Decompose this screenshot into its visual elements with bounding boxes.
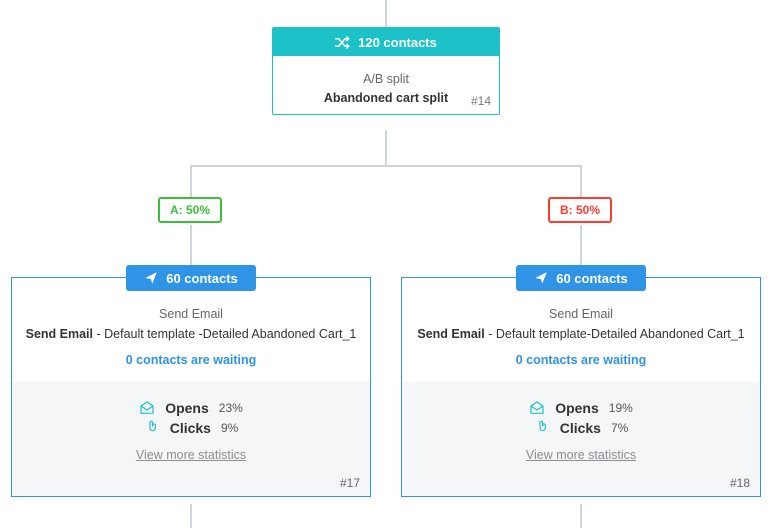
- email-node-b-desc: Send Email - Default template-Detailed A…: [412, 324, 750, 344]
- opens-percent: 19%: [609, 401, 633, 415]
- email-node-b-desc-prefix: Send Email: [417, 327, 484, 341]
- email-node-a-body: Send Email Send Email - Default template…: [12, 278, 370, 382]
- send-icon: [534, 271, 548, 285]
- email-node-b-body: Send Email Send Email - Default template…: [402, 278, 760, 382]
- envelope-open-icon: [529, 400, 545, 416]
- envelope-open-icon: [139, 400, 155, 416]
- send-icon: [144, 271, 158, 285]
- email-node-a-desc-rest: - Default template -Detailed Abandoned C…: [93, 327, 356, 341]
- email-node-b-waiting: 0 contacts are waiting: [412, 350, 750, 370]
- opens-stat: Opens 19%: [412, 400, 750, 416]
- email-node-b-stats: Opens 19% Clicks 7% View more statistics…: [402, 382, 760, 496]
- opens-label: Opens: [165, 400, 209, 416]
- branch-pill-a[interactable]: A: 50%: [158, 197, 222, 223]
- view-more-statistics-link[interactable]: View more statistics: [22, 448, 360, 462]
- email-node-b-header: 60 contacts: [516, 265, 646, 291]
- ab-split-node[interactable]: 120 contacts A/B split Abandoned cart sp…: [272, 27, 500, 115]
- clicks-stat: Clicks 9%: [22, 420, 360, 436]
- email-node-b-id: #18: [730, 476, 750, 490]
- ab-split-contacts: 120 contacts: [358, 35, 437, 50]
- connector-line: [385, 130, 387, 165]
- branch-pill-b-label: B: 50%: [560, 203, 600, 217]
- cursor-icon: [144, 420, 160, 436]
- opens-percent: 23%: [219, 401, 243, 415]
- clicks-stat: Clicks 7%: [412, 420, 750, 436]
- email-node-b-contacts: 60 contacts: [556, 271, 628, 286]
- clicks-label: Clicks: [170, 420, 211, 436]
- email-node-a-desc-prefix: Send Email: [26, 327, 93, 341]
- email-node-a-waiting: 0 contacts are waiting: [22, 350, 360, 370]
- view-more-statistics-link[interactable]: View more statistics: [412, 448, 750, 462]
- clicks-label: Clicks: [560, 420, 601, 436]
- cursor-icon: [534, 420, 550, 436]
- email-node-a-desc: Send Email - Default template -Detailed …: [22, 324, 360, 344]
- connector-line: [190, 504, 192, 528]
- shuffle-icon: [335, 36, 350, 49]
- ab-split-name: Abandoned cart split: [283, 89, 489, 108]
- email-node-a-contacts: 60 contacts: [166, 271, 238, 286]
- email-node-b[interactable]: 60 contacts Send Email Send Email - Defa…: [401, 277, 761, 497]
- ab-split-header: 120 contacts: [273, 28, 499, 56]
- branch-pill-a-label: A: 50%: [170, 203, 210, 217]
- opens-stat: Opens 23%: [22, 400, 360, 416]
- email-node-a[interactable]: 60 contacts Send Email Send Email - Defa…: [11, 277, 371, 497]
- ab-split-subtitle: A/B split: [283, 70, 489, 89]
- clicks-percent: 7%: [611, 421, 628, 435]
- email-node-b-type: Send Email: [412, 304, 750, 324]
- email-node-b-desc-rest: - Default template-Detailed Abandoned Ca…: [485, 327, 745, 341]
- email-node-a-type: Send Email: [22, 304, 360, 324]
- connector-line: [190, 165, 582, 167]
- opens-label: Opens: [555, 400, 599, 416]
- branch-pill-b[interactable]: B: 50%: [548, 197, 612, 223]
- clicks-percent: 9%: [221, 421, 238, 435]
- connector-line: [580, 504, 582, 528]
- email-node-a-header: 60 contacts: [126, 265, 256, 291]
- ab-split-body: A/B split Abandoned cart split #14: [273, 56, 499, 114]
- ab-split-id: #14: [471, 92, 491, 110]
- email-node-a-stats: Opens 23% Clicks 9% View more statistics…: [12, 382, 370, 496]
- connector-line: [580, 165, 582, 197]
- connector-line: [385, 0, 387, 27]
- connector-line: [190, 165, 192, 197]
- email-node-a-id: #17: [340, 476, 360, 490]
